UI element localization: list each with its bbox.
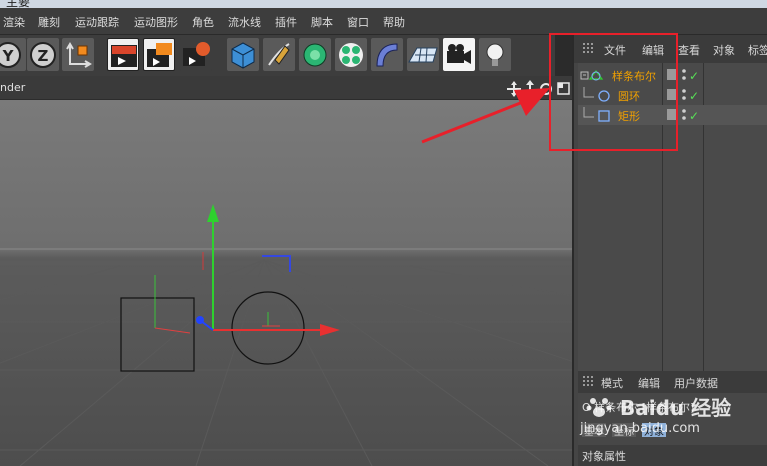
deformer-bend-icon[interactable] xyxy=(371,38,403,71)
main-toolbar: Y Z xyxy=(0,35,555,76)
viewport-label: nder xyxy=(0,81,26,94)
enabled-check-icon[interactable]: ✓ xyxy=(689,109,699,123)
3d-viewport[interactable] xyxy=(0,100,572,466)
attributes-menubar: 模式 编辑 用户数据 xyxy=(578,371,767,393)
annotation-highlight-box xyxy=(549,33,678,151)
annotation-arrow-icon xyxy=(421,88,550,144)
circle-spline[interactable] xyxy=(231,291,305,365)
floor-environment-icon[interactable] xyxy=(407,38,439,71)
render-settings-icon[interactable] xyxy=(180,38,212,71)
menu-motion-tracking[interactable]: 运动跟踪 xyxy=(75,14,119,30)
grip-icon[interactable] xyxy=(583,376,595,388)
menu-render[interactable]: 渲染 xyxy=(3,14,25,30)
z-axis-lock-icon[interactable]: Z xyxy=(27,38,59,71)
menu-pipeline[interactable]: 流水线 xyxy=(228,14,261,30)
watermark-brand: Baidu 经验 xyxy=(620,396,732,420)
z-axis-label: Z xyxy=(38,47,49,65)
om-menu-tags[interactable]: 标签 xyxy=(748,42,767,58)
om-menu-view[interactable]: 查看 xyxy=(678,42,700,58)
attr-menu-userdata[interactable]: 用户数据 xyxy=(674,375,718,391)
mograph-cloner-icon[interactable] xyxy=(335,38,367,71)
viewport-scene xyxy=(0,204,572,466)
om-menu-object[interactable]: 对象 xyxy=(713,42,735,58)
window-titlebar: 主要 xyxy=(0,0,767,8)
paw-logo-icon xyxy=(586,398,612,417)
y-axis-label: Y xyxy=(2,47,15,65)
cube-primitive-icon[interactable] xyxy=(227,38,259,71)
baidu-watermark: Baidu 经验 jingyan.baidu.com xyxy=(580,392,750,452)
light-icon[interactable] xyxy=(479,38,511,71)
floor-grid xyxy=(0,259,572,466)
menu-mograph[interactable]: 运动图形 xyxy=(134,14,178,30)
render-view-icon[interactable] xyxy=(107,38,139,71)
menu-character[interactable]: 角色 xyxy=(192,14,214,30)
watermark-url: jingyan.baidu.com xyxy=(580,421,700,436)
menu-help[interactable]: 帮助 xyxy=(383,14,405,30)
menu-bar: 渲染 雕刻 运动跟踪 运动图形 角色 流水线 插件 脚本 窗口 帮助 xyxy=(0,8,767,35)
y-axis-lock-icon[interactable]: Y xyxy=(0,38,26,71)
world-coordinate-icon[interactable] xyxy=(62,38,94,71)
menu-window[interactable]: 窗口 xyxy=(347,14,369,30)
nurbs-generator-icon[interactable] xyxy=(299,38,331,71)
render-picture-queue-icon[interactable] xyxy=(143,38,175,71)
camera-icon[interactable] xyxy=(443,38,475,71)
enabled-check-icon[interactable]: ✓ xyxy=(689,69,699,83)
attr-menu-mode[interactable]: 模式 xyxy=(601,375,623,391)
rectangle-spline[interactable] xyxy=(120,297,195,372)
attr-menu-edit[interactable]: 编辑 xyxy=(638,375,660,391)
enabled-check-icon[interactable]: ✓ xyxy=(689,89,699,103)
move-gizmo[interactable] xyxy=(154,204,340,336)
spline-pen-icon[interactable] xyxy=(263,38,295,71)
menu-plugins[interactable]: 插件 xyxy=(275,14,297,30)
window-title: 主要 xyxy=(6,0,31,8)
menu-script[interactable]: 脚本 xyxy=(311,14,333,30)
menu-sculpt[interactable]: 雕刻 xyxy=(38,14,60,30)
